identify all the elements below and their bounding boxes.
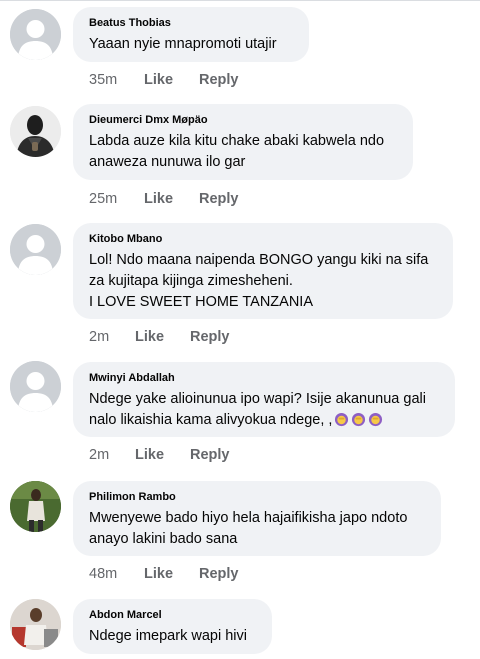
comment-text: Lol! Ndo maana naipenda BONGO yangu kiki… [89,252,429,310]
comment-text: Ndege imepark wapi hivi [89,628,247,644]
comment-text: Labda auze kila kitu chake abaki kabwela… [89,133,385,170]
reply-button[interactable]: Reply [190,446,230,464]
user-photo-icon [10,599,61,650]
comment-bubble: Philimon Rambo Mwenyewe bado hiyo hela h… [73,481,441,556]
commenter-name[interactable]: Mwinyi Abdallah [89,371,439,385]
comment-text: Mwenyewe bado hiyo hela hajaifikisha jap… [89,510,408,547]
woman-facepalming-emoji-icon [368,412,383,427]
avatar[interactable] [10,481,61,532]
comment-actions: 25m Like Reply [89,190,239,208]
avatar[interactable] [10,599,61,650]
comment-bubble: Kitobo Mbano Lol! Ndo maana naipenda BON… [73,223,453,319]
woman-facepalming-emoji-icon [351,412,366,427]
comment-actions: 2m Like Reply [89,328,230,346]
avatar[interactable] [10,9,61,60]
comment-time[interactable]: 2m [89,446,135,464]
comment-bubble: Beatus Thobias Yaaan nyie mnapromoti uta… [73,7,309,62]
default-avatar-icon [10,224,61,275]
reply-button[interactable]: Reply [199,190,239,208]
user-photo-icon [10,481,61,532]
like-button[interactable]: Like [135,328,190,346]
commenter-name[interactable]: Kitobo Mbano [89,232,437,246]
reply-button[interactable]: Reply [199,71,239,89]
comment-actions: 35m Like Reply [89,71,239,89]
woman-facepalming-emoji-icon [334,412,349,427]
like-button[interactable]: Like [144,565,199,583]
avatar[interactable] [10,361,61,412]
avatar[interactable] [10,224,61,275]
comment-time[interactable]: 48m [89,565,144,583]
comment-text: Yaaan nyie mnapromoti utajir [89,36,277,52]
comment-actions: 48m Like Reply [89,565,239,583]
user-photo-icon [10,106,61,157]
top-divider [0,0,480,1]
comment-bubble: Dieumerci Dmx Møpäo Labda auze kila kitu… [73,104,413,180]
comment-time[interactable]: 25m [89,190,144,208]
commenter-name[interactable]: Beatus Thobias [89,16,293,30]
reply-button[interactable]: Reply [199,565,239,583]
comment-time[interactable]: 2m [89,328,135,346]
like-button[interactable]: Like [135,446,190,464]
default-avatar-icon [10,9,61,60]
commenter-name[interactable]: Dieumerci Dmx Møpäo [89,113,397,127]
reply-button[interactable]: Reply [190,328,230,346]
like-button[interactable]: Like [144,71,199,89]
default-avatar-icon [10,361,61,412]
avatar[interactable] [10,106,61,157]
comment-bubble: Abdon Marcel Ndege imepark wapi hivi [73,599,272,654]
comment-bubble: Mwinyi Abdallah Ndege yake alioinunua ip… [73,362,455,437]
like-button[interactable]: Like [144,190,199,208]
comment-time[interactable]: 35m [89,71,144,89]
comment-text: Ndege yake alioinunua ipo wapi? Isije ak… [89,389,439,431]
commenter-name[interactable]: Philimon Rambo [89,490,425,504]
comment-actions: 2m Like Reply [89,446,230,464]
commenter-name[interactable]: Abdon Marcel [89,608,256,622]
